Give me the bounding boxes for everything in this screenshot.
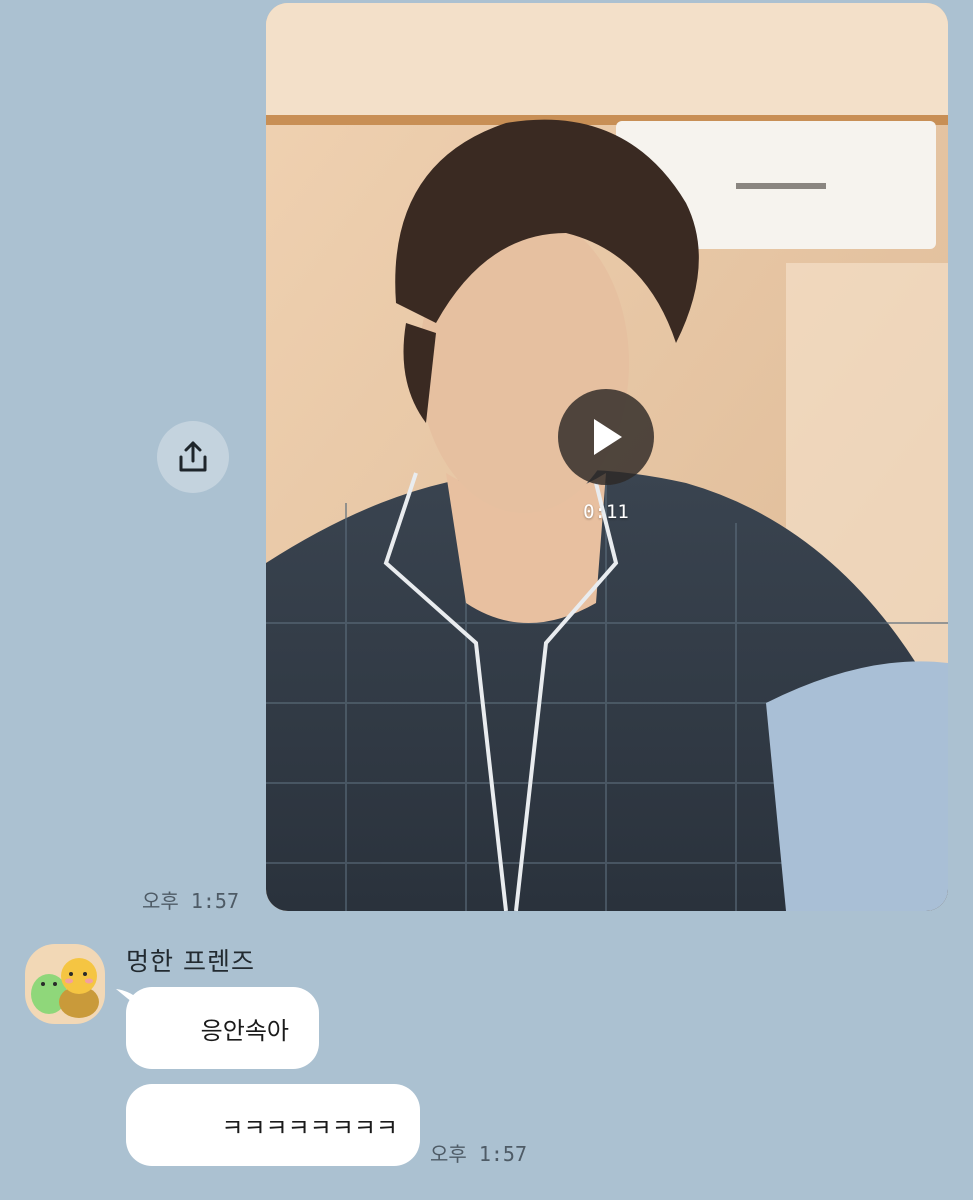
incoming-message-bubble[interactable]: ㅋㅋㅋㅋㅋㅋㅋㅋ (126, 1084, 420, 1166)
share-icon (179, 441, 207, 472)
play-button[interactable] (558, 389, 654, 485)
video-duration: 0:11 (583, 501, 629, 523)
sender-avatar[interactable] (25, 944, 105, 1024)
message-text: ㅋㅋㅋㅋㅋㅋㅋㅋ (221, 1113, 398, 1142)
message-timestamp: 오후 1:57 (430, 1142, 528, 1166)
message-timestamp: 오후 1:57 (142, 889, 240, 913)
message-text: 응안속아 (200, 1016, 289, 1045)
sender-name: 멍한 프렌즈 (126, 947, 255, 976)
play-icon (594, 419, 622, 455)
character-avatar-icon (31, 958, 99, 1018)
incoming-message-bubble[interactable]: 응안속아 (126, 987, 319, 1069)
share-button[interactable] (157, 421, 229, 493)
video-message-thumbnail[interactable]: 0:11 (266, 3, 948, 911)
